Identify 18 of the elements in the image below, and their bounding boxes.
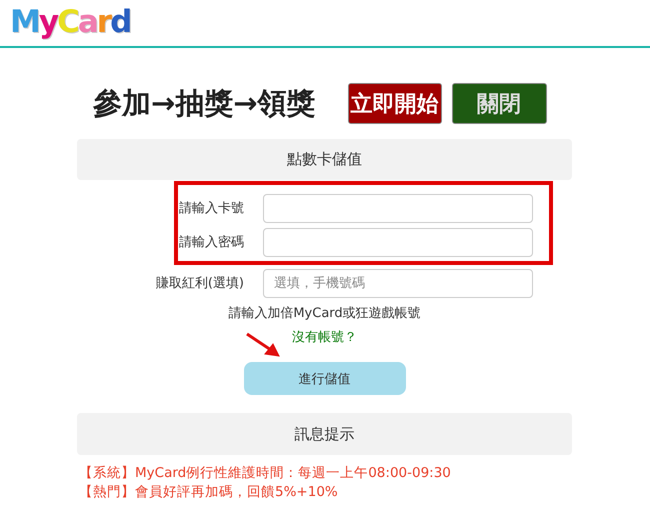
- start-button[interactable]: 立即開始: [348, 83, 442, 124]
- section-heading: 點數卡儲值: [77, 139, 572, 180]
- field-label: 賺取紅利(選填): [156, 275, 244, 292]
- logo: MyCard: [10, 3, 130, 42]
- notice-text: 【系統】MyCard例行性維護時間：每週一上午08:00-09:30: [79, 464, 452, 483]
- section-heading: 訊息提示: [77, 413, 572, 455]
- close-button[interactable]: 關閉: [452, 83, 547, 124]
- input-field[interactable]: [263, 228, 533, 256]
- hint-text: 請輸入加倍MyCard或狂遊戲帳號: [227, 305, 422, 322]
- field-label: 請輸入卡號: [179, 200, 244, 217]
- signup-link[interactable]: 沒有帳號？: [292, 328, 357, 346]
- arrow-icon: [245, 332, 281, 358]
- input-field[interactable]: 選填，手機號碼: [263, 268, 533, 298]
- topup-button[interactable]: 進行儲值: [244, 362, 406, 395]
- notice-text: 【熱門】會員好評再加碼，回饋5%+10%: [79, 483, 339, 502]
- promo-title: 參加→抽獎→領獎: [93, 89, 316, 118]
- field-label: 請輸入密碼: [179, 234, 244, 251]
- input-field[interactable]: [263, 194, 533, 222]
